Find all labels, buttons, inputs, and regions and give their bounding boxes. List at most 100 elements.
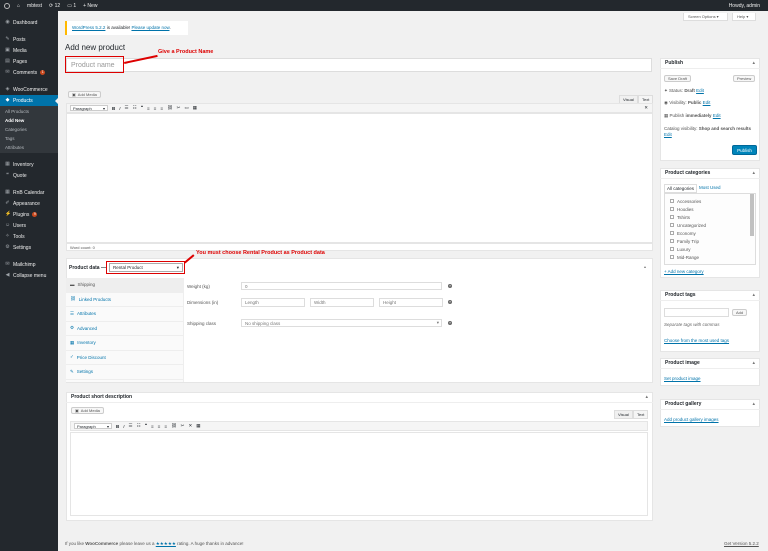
category-item[interactable]: Mid-Range <box>670 253 750 261</box>
visibility-edit-link[interactable]: Edit <box>703 100 711 105</box>
link-icon[interactable]: ⛓ <box>171 423 177 429</box>
help-icon[interactable]: ? <box>448 321 452 325</box>
numbered-list-icon[interactable]: ☷ <box>137 423 141 429</box>
screen-options-button[interactable]: Screen Options ▾ <box>683 13 728 21</box>
product-data-tab-inventory[interactable]: ▦ Inventory <box>66 336 183 351</box>
checkbox-icon[interactable] <box>670 231 674 235</box>
align-right-icon[interactable]: ≡ <box>164 424 167 429</box>
unlink-icon[interactable]: ✂ <box>177 105 181 111</box>
checkbox-icon[interactable] <box>670 223 674 227</box>
quote-icon[interactable]: ❝ <box>145 423 147 429</box>
sidebar-item-pages[interactable]: ▤ Pages <box>0 56 58 67</box>
toolbar-toggle-icon[interactable]: ▦ <box>196 423 200 429</box>
align-left-icon[interactable]: ≡ <box>147 106 150 111</box>
product-data-tab-settings[interactable]: ✎ Settings <box>66 365 183 380</box>
rating-stars-link[interactable]: ★★★★★ <box>156 541 176 546</box>
short-desc-add-media-button[interactable]: ▣ Add Media <box>71 407 104 414</box>
collapse-arrow-icon[interactable]: ▴ <box>752 292 755 298</box>
expand-icon[interactable]: ✕ <box>644 105 648 111</box>
align-right-icon[interactable]: ≡ <box>160 106 163 111</box>
align-center-icon[interactable]: ≡ <box>158 424 161 429</box>
add-category-link[interactable]: + Add new category <box>664 269 704 274</box>
product-data-tab-price-discount[interactable]: ✓ Price Discount <box>66 351 183 365</box>
comments-icon[interactable]: ▭ 1 <box>67 3 76 9</box>
sidebar-item-collapse-menu[interactable]: ◀ Collapse menu <box>0 270 58 281</box>
product-name-input[interactable]: Product name <box>66 58 652 72</box>
bold-icon[interactable]: B <box>116 424 119 429</box>
short-desc-tab-visual[interactable]: Visual <box>614 410 633 419</box>
bullet-list-icon[interactable]: ☰ <box>129 423 133 429</box>
short-desc-tab-text[interactable]: Text <box>633 410 649 419</box>
save-draft-button[interactable]: Save Draft <box>664 75 691 82</box>
category-item[interactable]: Tshirts <box>670 213 750 221</box>
sidebar-item-inventory[interactable]: ▦ Inventory <box>0 159 58 170</box>
wordpress-version-link[interactable]: WordPress 5.2.2 <box>72 25 105 30</box>
choose-tags-link[interactable]: Choose from the most used tags <box>664 338 729 343</box>
tab-most-used[interactable]: Most Used <box>699 185 721 190</box>
sidebar-item-woocommerce[interactable]: ◈ WooCommerce <box>0 84 58 95</box>
sidebar-item-settings[interactable]: ⚙ Settings <box>0 242 58 253</box>
bullet-list-icon[interactable]: ☰ <box>125 105 129 111</box>
sidebar-item-quote[interactable]: ❝ Quote <box>0 170 58 181</box>
collapse-arrow-icon[interactable]: ▴ <box>645 394 648 400</box>
category-item[interactable]: Economy <box>670 229 750 237</box>
width-input[interactable]: Width <box>310 298 374 307</box>
set-product-image-link[interactable]: Set product image <box>664 376 701 381</box>
quote-icon[interactable]: ❝ <box>141 105 143 111</box>
get-version-link[interactable]: Get Version 5.2.2 <box>724 541 759 546</box>
wordpress-logo-icon[interactable] <box>4 2 10 9</box>
collapse-arrow-icon[interactable]: ▴ <box>752 60 755 66</box>
category-item[interactable]: Family Trip <box>670 237 750 245</box>
paragraph-select[interactable]: Paragraph ▾ <box>74 423 112 429</box>
sidebar-item-rnb-calendar[interactable]: ▦ RnB Calendar <box>0 187 58 198</box>
catalog-edit-link[interactable]: Edit <box>664 132 672 137</box>
account-greeting[interactable]: Howdy, admin <box>729 3 768 9</box>
category-item[interactable]: Uncategorized <box>670 221 750 229</box>
height-input[interactable]: Height <box>379 298 443 307</box>
collapse-arrow-icon[interactable]: ▴ <box>752 360 755 366</box>
category-scrollbar[interactable] <box>750 194 754 236</box>
product-data-tab-attributes[interactable]: ☰ Attributes <box>66 307 183 322</box>
short-desc-content-area[interactable] <box>70 432 648 516</box>
sidebar-item-comments[interactable]: ✉ Comments 1 <box>0 67 58 78</box>
collapse-arrow-icon[interactable]: ▴ <box>644 264 646 269</box>
category-item[interactable]: Luxury <box>670 245 750 253</box>
updates-icon[interactable]: ⟳ 12 <box>49 3 60 9</box>
help-button[interactable]: Help ▾ <box>732 13 756 21</box>
checkbox-icon[interactable] <box>670 215 674 219</box>
shipping-class-select[interactable]: No shipping class ▾ <box>241 319 442 327</box>
toolbar-toggle-icon[interactable]: ▦ <box>193 105 197 111</box>
submenu-item[interactable]: Tags <box>0 134 58 143</box>
submenu-item[interactable]: Attributes <box>0 143 58 152</box>
submenu-item[interactable]: All Products <box>0 107 58 116</box>
add-gallery-images-link[interactable]: Add product gallery images <box>664 417 719 422</box>
editor-content-area[interactable] <box>66 113 653 243</box>
submenu-item[interactable]: Categories <box>0 125 58 134</box>
checkbox-icon[interactable] <box>670 247 674 251</box>
checkbox-icon[interactable] <box>670 199 674 203</box>
link-icon[interactable]: ⛓ <box>167 105 173 111</box>
site-name[interactable]: mbtest <box>27 3 42 9</box>
new-content-button[interactable]: + New <box>83 3 97 9</box>
update-now-link[interactable]: Please update now <box>131 25 169 30</box>
category-item[interactable]: Hoodies <box>670 205 750 213</box>
tab-all-categories[interactable]: All categories <box>664 184 698 193</box>
checkbox-icon[interactable] <box>670 239 674 243</box>
add-tag-button[interactable]: Add <box>732 309 748 316</box>
fullscreen-icon[interactable]: ▭ <box>184 105 188 111</box>
sidebar-item-media[interactable]: ▣ Media <box>0 45 58 56</box>
sidebar-item-products[interactable]: ◆ Products <box>0 95 58 106</box>
italic-icon[interactable]: I <box>119 106 120 111</box>
status-edit-link[interactable]: Edit <box>696 88 704 93</box>
preview-button[interactable]: Preview <box>733 75 756 82</box>
schedule-edit-link[interactable]: Edit <box>713 113 721 118</box>
product-data-tab-linked-products[interactable]: ⛓ Linked Products <box>66 293 183 307</box>
sidebar-item-dashboard[interactable]: ◉ Dashboard <box>0 17 58 28</box>
category-item[interactable]: Accessories <box>670 197 750 205</box>
unlink-icon[interactable]: ✂ <box>181 423 185 429</box>
paragraph-select[interactable]: Paragraph ▾ <box>70 105 108 111</box>
product-data-tab-shipping[interactable]: ▬ Shipping <box>66 278 183 293</box>
length-input[interactable]: Length <box>241 298 305 307</box>
collapse-arrow-icon[interactable]: ▴ <box>752 170 755 176</box>
align-center-icon[interactable]: ≡ <box>154 106 157 111</box>
